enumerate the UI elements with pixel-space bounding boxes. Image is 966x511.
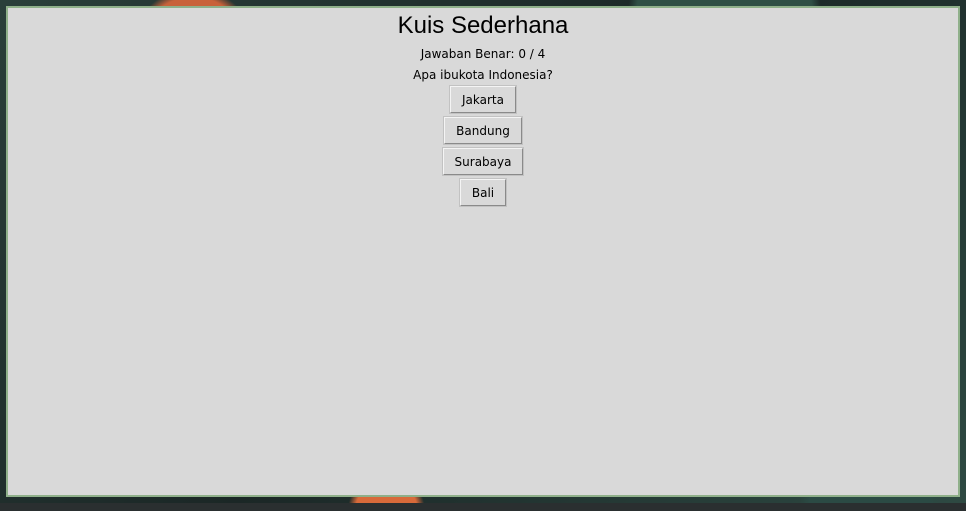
quiz-window: Kuis Sederhana Jawaban Benar: 0 / 4 Apa … [6, 6, 960, 497]
answer-options: Jakarta Bandung Surabaya Bali [442, 86, 524, 210]
quiz-title: Kuis Sederhana [397, 12, 569, 39]
score-label: Jawaban Benar: 0 / 4 [420, 47, 546, 61]
question-label: Apa ibukota Indonesia? [413, 68, 553, 82]
answer-button-surabaya[interactable]: Surabaya [442, 148, 524, 175]
answer-button-bandung[interactable]: Bandung [444, 117, 522, 144]
answer-button-jakarta[interactable]: Jakarta [450, 86, 516, 113]
answer-button-bali[interactable]: Bali [459, 179, 507, 206]
quiz-content: Kuis Sederhana Jawaban Benar: 0 / 4 Apa … [8, 8, 958, 210]
taskbar-strip [0, 503, 966, 511]
